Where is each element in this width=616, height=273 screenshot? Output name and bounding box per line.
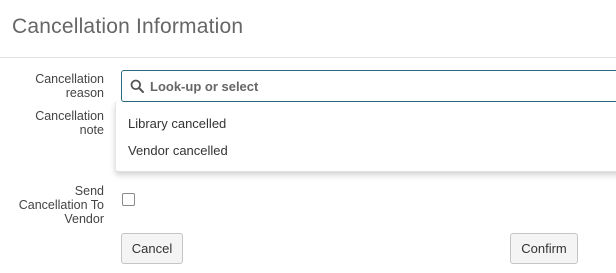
confirm-button[interactable]: Confirm <box>510 233 578 264</box>
cancellation-reason-select[interactable] <box>121 70 616 102</box>
send-to-vendor-label: Send Cancellation To Vendor <box>4 184 104 226</box>
send-to-vendor-label-text: Send Cancellation To Vendor <box>18 184 104 226</box>
option-library-cancelled[interactable]: Library cancelled <box>128 116 226 131</box>
page-title: Cancellation Information <box>12 15 244 38</box>
search-icon <box>130 79 144 93</box>
cancellation-reason-label-text: Cancellation reason <box>35 72 104 100</box>
cancellation-note-label: Cancellation note <box>26 109 104 137</box>
cancellation-dialog: Cancellation Information Cancellation re… <box>0 0 616 273</box>
cancellation-reason-dropdown: Library cancelled Vendor cancelled <box>115 102 616 172</box>
send-to-vendor-checkbox[interactable] <box>122 193 135 206</box>
cancellation-reason-input[interactable] <box>150 78 570 94</box>
option-vendor-cancelled[interactable]: Vendor cancelled <box>128 143 228 158</box>
title-divider <box>0 57 616 58</box>
cancellation-reason-label: Cancellation reason <box>26 72 104 100</box>
cancellation-note-label-text: Cancellation note <box>35 109 104 137</box>
cancel-button[interactable]: Cancel <box>121 233 183 264</box>
